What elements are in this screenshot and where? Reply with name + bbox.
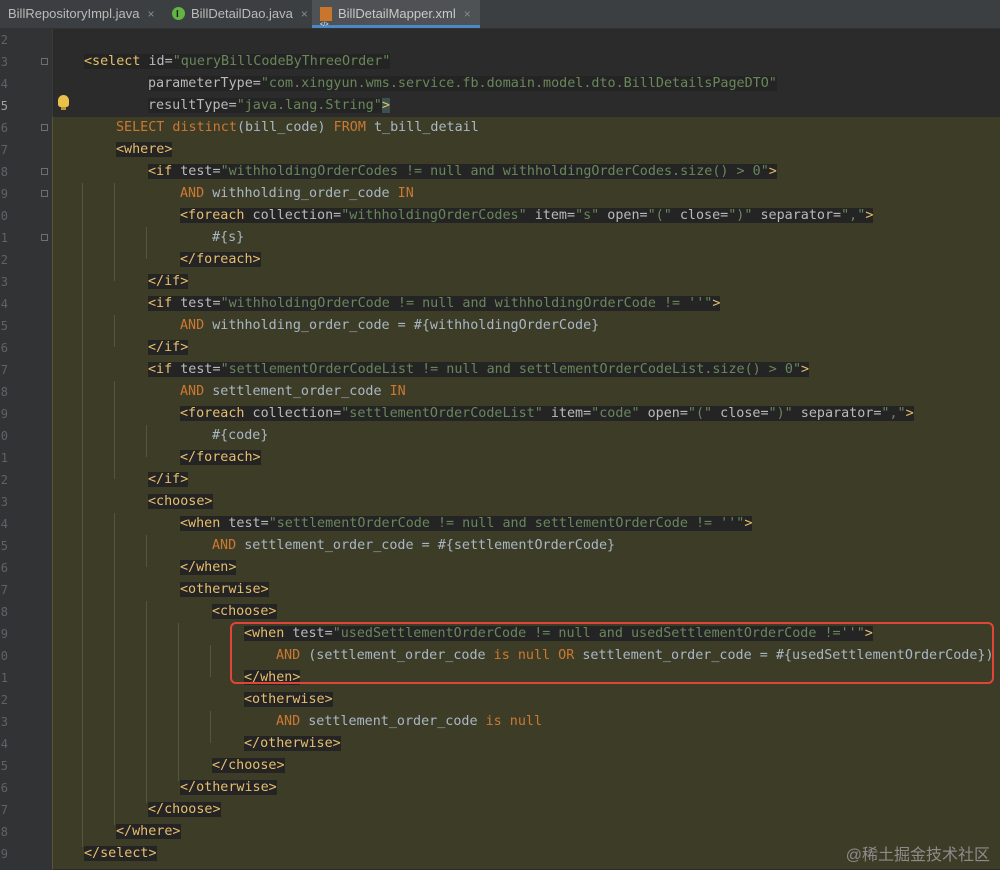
- code-line: </otherwise>: [244, 736, 341, 751]
- line-number: 7: [0, 803, 8, 817]
- code-line: <if test="settlementOrderCodeList != nul…: [148, 362, 810, 377]
- code-line: </choose>: [148, 802, 221, 817]
- line-number: 6: [0, 121, 8, 135]
- line-number: 5: [0, 319, 8, 333]
- line-number: 2: [0, 33, 8, 47]
- code-line: </choose>: [212, 758, 285, 773]
- code-line: <if test="withholdingOrderCodes != null …: [148, 164, 777, 179]
- line-number: 1: [0, 671, 8, 685]
- code-line: </otherwise>: [180, 780, 277, 795]
- watermark: @稀土掘金技术社区: [845, 847, 990, 864]
- code-line: parameterType="com.xingyun.wms.service.f…: [148, 76, 777, 91]
- tab-label: BillDetailDao.java: [191, 6, 293, 21]
- fold-marker-icon[interactable]: [41, 234, 48, 241]
- line-number: 5: [0, 99, 8, 113]
- code-line: </select>: [84, 846, 157, 861]
- foreach-block: [146, 425, 1000, 457]
- line-number: 5: [0, 539, 8, 553]
- line-number: 6: [0, 561, 8, 575]
- line-number: 3: [0, 495, 8, 509]
- line-number: 4: [0, 517, 8, 531]
- code-line: </if>: [148, 340, 189, 355]
- fold-marker-icon[interactable]: [41, 168, 48, 175]
- line-number: 9: [0, 847, 8, 861]
- code-line: <when test="settlementOrderCode != null …: [180, 516, 753, 531]
- line-number: 4: [0, 297, 8, 311]
- close-icon[interactable]: ×: [464, 7, 471, 21]
- line-number: 7: [0, 583, 8, 597]
- line-number: 0: [0, 865, 8, 870]
- line-number: 9: [0, 407, 8, 421]
- fold-marker-icon[interactable]: [41, 124, 48, 131]
- code-line: AND settlement_order_code IN: [180, 384, 406, 399]
- lightbulb-icon[interactable]: [58, 95, 69, 110]
- fold-marker-icon[interactable]: [41, 58, 48, 65]
- code-line: <foreach collection="withholdingOrderCod…: [180, 208, 874, 223]
- line-number: 4: [0, 737, 8, 751]
- line-number: 3: [0, 55, 8, 69]
- code-line: <otherwise>: [244, 692, 333, 707]
- line-number: 5: [0, 759, 8, 773]
- line-number: 8: [0, 165, 8, 179]
- code-line: </when>: [180, 560, 237, 575]
- xml-file-icon: [320, 7, 332, 39]
- code-line: AND settlement_order_code = #{settlement…: [212, 538, 616, 553]
- tab-bill-detail-dao[interactable]: BillDetailDao.java ×: [164, 0, 308, 29]
- line-number: 7: [0, 143, 8, 157]
- tab-bill-detail-mapper[interactable]: BillDetailMapper.xml ×: [312, 0, 480, 39]
- editor-tab-bar: BillRepositoryImpl.java × BillDetailDao.j…: [0, 0, 1000, 39]
- code-line: <if test="withholdingOrderCode != null a…: [148, 296, 721, 311]
- code-line: resultType="java.lang.String">: [148, 98, 390, 113]
- line-number: 0: [0, 429, 8, 443]
- code-line: #{s}: [212, 230, 245, 245]
- foreach-block: [146, 227, 1000, 259]
- code-line: </where>: [116, 824, 181, 839]
- line-number: 2: [0, 473, 8, 487]
- code-line: </foreach>: [180, 450, 261, 465]
- highlight-annotation-box: [230, 622, 994, 684]
- line-number: 3: [0, 715, 8, 729]
- line-number: 6: [0, 781, 8, 795]
- line-number: 7: [0, 363, 8, 377]
- line-number: 4: [0, 77, 8, 91]
- fold-marker-icon[interactable]: [41, 190, 48, 197]
- code-line: <choose>: [212, 604, 277, 619]
- line-number: 1: [0, 231, 8, 245]
- java-interface-icon: [172, 1, 185, 29]
- line-number: 2: [0, 693, 8, 707]
- code-editor[interactable]: 234567890123456789012345678901234567890 …: [0, 29, 1000, 870]
- code-line: <select id="queryBillCodeByThreeOrder": [84, 54, 391, 69]
- line-number: 2: [0, 253, 8, 267]
- line-number: 1: [0, 451, 8, 465]
- code-line: <otherwise>: [180, 582, 269, 597]
- code-line: AND withholding_order_code = #{withholdi…: [180, 318, 600, 333]
- close-icon[interactable]: ×: [301, 7, 308, 21]
- code-line: <where>: [116, 142, 173, 157]
- line-number: 8: [0, 605, 8, 619]
- code-line: </if>: [148, 472, 189, 487]
- code-line: <foreach collection="settlementOrderCode…: [180, 406, 914, 421]
- line-number: 9: [0, 627, 8, 641]
- code-line: </foreach>: [180, 252, 261, 267]
- line-number: 8: [0, 385, 8, 399]
- line-number: 6: [0, 341, 8, 355]
- code-line: AND withholding_order_code IN: [180, 186, 414, 201]
- code-line: #{code}: [212, 428, 269, 443]
- close-icon[interactable]: ×: [148, 7, 155, 21]
- code-line: AND settlement_order_code is null: [276, 714, 543, 729]
- tab-label: BillRepositoryImpl.java: [8, 6, 140, 21]
- line-number: 0: [0, 649, 8, 663]
- tab-bill-repository-impl[interactable]: BillRepositoryImpl.java ×: [0, 0, 160, 28]
- tab-label: BillDetailMapper.xml: [338, 6, 456, 21]
- code-line: </if>: [148, 274, 189, 289]
- code-line: SELECT distinct(bill_code) FROM t_bill_d…: [116, 120, 479, 135]
- line-number: 0: [0, 209, 8, 223]
- code-line: <choose>: [148, 494, 213, 509]
- line-number: 9: [0, 187, 8, 201]
- line-number: 8: [0, 825, 8, 839]
- line-number: 3: [0, 275, 8, 289]
